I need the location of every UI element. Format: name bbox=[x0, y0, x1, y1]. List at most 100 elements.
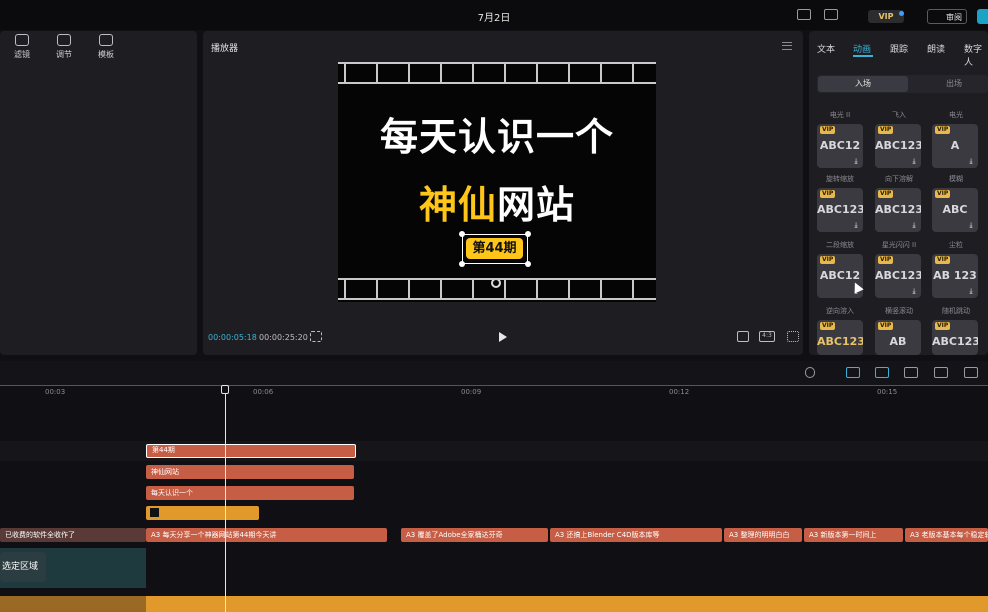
download-icon: ⤓ bbox=[969, 221, 973, 229]
anim-card[interactable]: VIP ABC12 ⤓ bbox=[817, 124, 863, 168]
download-icon: ⤓ bbox=[912, 221, 916, 229]
resize-handle[interactable] bbox=[459, 231, 465, 237]
zoom-fit-icon[interactable] bbox=[964, 367, 978, 378]
anim-card[interactable]: VIP ABC ⤓ bbox=[932, 188, 978, 232]
anim-label: 旋转缩放 bbox=[826, 175, 854, 183]
anim-card[interactable]: VIP ABC123 ⤓ bbox=[875, 188, 921, 232]
anim-card[interactable]: VIP AB 123 ⤓ bbox=[932, 254, 978, 298]
tab-animation[interactable]: 动画 bbox=[853, 42, 871, 55]
subtitle-clip[interactable]: A3 覆盖了Adobe全家桶达芬奇 bbox=[401, 528, 548, 542]
anim-label: 电光 II bbox=[829, 111, 851, 119]
playhead[interactable] bbox=[225, 386, 226, 612]
tick-label: 00:06 bbox=[253, 388, 274, 396]
timeline-ruler[interactable] bbox=[0, 385, 988, 402]
playhead-handle[interactable] bbox=[221, 385, 229, 394]
tick-label: 00:03 bbox=[45, 388, 66, 396]
anim-label: 二段缩放 bbox=[826, 241, 854, 249]
tool-adjust-label: 调节 bbox=[56, 50, 72, 59]
video-title-gold: 神仙 bbox=[418, 183, 497, 227]
export-button[interactable] bbox=[977, 9, 988, 24]
sticker-thumbnail bbox=[150, 508, 159, 517]
subtab-in[interactable]: 入场 bbox=[818, 76, 908, 92]
resize-handle[interactable] bbox=[525, 261, 531, 267]
play-button[interactable] bbox=[499, 332, 507, 342]
tick-label: 00:09 bbox=[461, 388, 482, 396]
video-preview[interactable]: 每天认识一个 神仙网站 第44期 bbox=[338, 62, 656, 302]
adjust-icon bbox=[57, 34, 71, 46]
tool-filter[interactable]: 滤镜 bbox=[7, 34, 37, 60]
audio-clip-left[interactable] bbox=[0, 596, 146, 612]
anim-card[interactable]: VIP A ⤓ bbox=[932, 124, 978, 168]
left-panel bbox=[0, 31, 197, 355]
resize-handle[interactable] bbox=[459, 261, 465, 267]
subtitle-clip[interactable]: A3 还搞上Blender C4D版本库等 bbox=[550, 528, 722, 542]
tab-text[interactable]: 文本 bbox=[817, 42, 835, 55]
tick-label: 00:12 bbox=[669, 388, 690, 396]
monitor-icon[interactable] bbox=[824, 9, 838, 20]
anim-card[interactable]: VIP ABC123 ⤓ bbox=[875, 254, 921, 298]
fullscreen-icon[interactable] bbox=[787, 331, 799, 342]
audio-clip[interactable] bbox=[146, 596, 988, 612]
anim-card[interactable]: VIP ABC123 bbox=[817, 320, 863, 355]
anim-card[interactable]: VIP ABC123 bbox=[932, 320, 978, 355]
download-icon: ⤓ bbox=[912, 157, 916, 165]
text-clip-line2[interactable]: 神仙网站 bbox=[146, 465, 354, 479]
snap-icon[interactable] bbox=[846, 367, 860, 378]
layout-icon[interactable] bbox=[797, 9, 811, 20]
episode-badge: 第44期 bbox=[466, 238, 523, 259]
active-tab-indicator bbox=[853, 55, 873, 57]
tab-digital-human[interactable]: 数字人 bbox=[964, 42, 988, 68]
tab-read-aloud[interactable]: 朗读 bbox=[927, 42, 945, 55]
preview-axis-icon[interactable] bbox=[904, 367, 918, 378]
anim-label: 逆向溶入 bbox=[826, 307, 854, 315]
film-strip-top bbox=[338, 62, 656, 84]
tool-template[interactable]: 模板 bbox=[91, 34, 121, 60]
anim-label: 星光闪闪 II bbox=[881, 241, 917, 249]
anim-card[interactable]: VIP ABC123 ⤓ bbox=[817, 188, 863, 232]
link-icon[interactable] bbox=[875, 367, 889, 378]
split-icon[interactable] bbox=[934, 367, 948, 378]
filter-icon bbox=[15, 34, 29, 46]
selection-tooltip: 选定区域 bbox=[0, 552, 46, 582]
timeline-toolbar bbox=[0, 361, 988, 385]
aspect-ratio-button[interactable]: 4:3 bbox=[759, 331, 775, 342]
sticker-clip[interactable] bbox=[146, 506, 259, 520]
anim-label: 电光 bbox=[949, 111, 963, 119]
tool-filter-label: 滤镜 bbox=[14, 50, 30, 59]
tick-label: 00:15 bbox=[877, 388, 898, 396]
text-clip-line1[interactable]: 每天认识一个 bbox=[146, 486, 354, 500]
tab-tracking[interactable]: 跟踪 bbox=[890, 42, 908, 55]
subtab-out[interactable]: 出场 bbox=[912, 76, 988, 92]
subtitle-clip[interactable]: A3 每天分享一个神器网站第44期今天讲 bbox=[146, 528, 387, 542]
video-title-white: 网站 bbox=[497, 183, 576, 227]
resize-handle[interactable] bbox=[525, 231, 531, 237]
download-icon: ⤓ bbox=[969, 287, 973, 295]
tool-adjust[interactable]: 调节 bbox=[49, 34, 79, 60]
download-icon: ⤓ bbox=[854, 221, 858, 229]
download-icon: ⤓ bbox=[969, 157, 973, 165]
anim-label: 模糊 bbox=[949, 175, 963, 183]
anim-label: 向下溶解 bbox=[885, 175, 913, 183]
anim-label: 随机跳动 bbox=[942, 307, 970, 315]
subtitle-clip[interactable]: A3 老版本基本每个稳定软件 bbox=[905, 528, 988, 542]
current-time: 00:00:05:18 bbox=[208, 333, 257, 342]
badge-selection-box[interactable]: 第44期 bbox=[459, 231, 531, 267]
review-button[interactable]: 审阅 bbox=[927, 9, 967, 24]
subtitle-clip[interactable]: 已收费的软件全收作了 bbox=[0, 528, 146, 542]
waveform-icon[interactable] bbox=[310, 331, 322, 342]
anim-label: 横竖滚动 bbox=[885, 307, 913, 315]
anim-card[interactable]: VIP ABC123 ⤓ bbox=[875, 124, 921, 168]
film-strip-bottom bbox=[338, 278, 656, 300]
subtitle-clip[interactable]: A3 新版本第一时间上 bbox=[804, 528, 903, 542]
video-title-line1: 每天认识一个 bbox=[379, 115, 614, 159]
microphone-icon[interactable] bbox=[805, 367, 815, 378]
anim-card[interactable]: VIP AB bbox=[875, 320, 921, 355]
window-title: 7月2日 bbox=[477, 13, 511, 24]
subtitle-clip[interactable]: A3 整理的明明白白 bbox=[724, 528, 802, 542]
crop-icon[interactable] bbox=[737, 331, 749, 342]
download-icon: ⤓ bbox=[854, 157, 858, 165]
tool-template-label: 模板 bbox=[98, 50, 114, 59]
text-clip-badge[interactable]: 第44期 bbox=[146, 444, 356, 458]
anim-label: 飞入 bbox=[892, 111, 906, 119]
menu-icon[interactable] bbox=[782, 42, 792, 50]
